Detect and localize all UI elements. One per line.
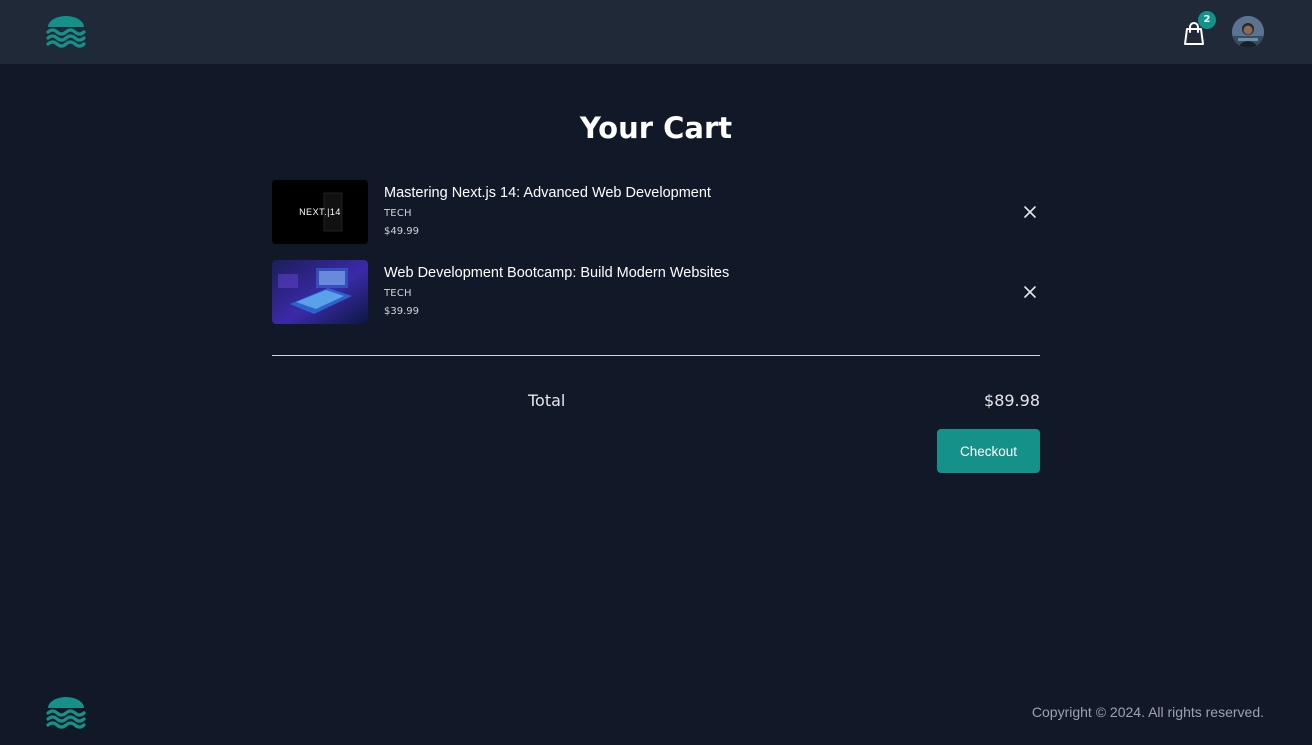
item-title[interactable]: Web Development Bootcamp: Build Modern W…	[384, 265, 729, 281]
avatar-image	[1232, 16, 1264, 48]
item-category: TECH	[384, 208, 412, 219]
close-icon	[1024, 206, 1036, 218]
close-icon	[1024, 286, 1036, 298]
thumbnail-text: NEXT.|14	[299, 207, 341, 217]
item-price: $39.99	[384, 306, 419, 317]
cart-count-badge: 2	[1198, 11, 1216, 29]
wave-logo-icon[interactable]	[46, 15, 86, 49]
cart-items-list: NEXT.|14 Mastering Next.js 14: Advanced …	[272, 180, 1040, 340]
divider	[272, 355, 1040, 356]
top-navbar: 2	[0, 0, 1312, 64]
wave-logo-icon[interactable]	[46, 696, 86, 730]
total-value: $89.98	[984, 391, 1040, 410]
remove-item-button[interactable]	[1020, 282, 1040, 302]
course-thumbnail[interactable]: NEXT.|14	[272, 180, 368, 244]
cart-button[interactable]: 2	[1178, 11, 1216, 50]
item-price: $49.99	[384, 226, 419, 237]
item-category: TECH	[384, 288, 412, 299]
checkout-button[interactable]: Checkout	[937, 429, 1040, 473]
user-avatar-icon[interactable]	[1232, 16, 1264, 48]
total-label: Total	[528, 391, 566, 410]
item-title[interactable]: Mastering Next.js 14: Advanced Web Devel…	[384, 185, 711, 201]
cart-item: NEXT.|14 Mastering Next.js 14: Advanced …	[272, 180, 1040, 244]
remove-item-button[interactable]	[1020, 202, 1040, 222]
cart-item: Web Development Bootcamp: Build Modern W…	[272, 260, 1040, 324]
cart-page: 2 Your Cart NEXT.|14 Mastering Next.js 1…	[0, 0, 1312, 745]
course-thumbnail[interactable]	[272, 260, 368, 324]
copyright-text: Copyright © 2024. All rights reserved.	[1031, 704, 1264, 720]
page-title: Your Cart	[579, 111, 733, 145]
